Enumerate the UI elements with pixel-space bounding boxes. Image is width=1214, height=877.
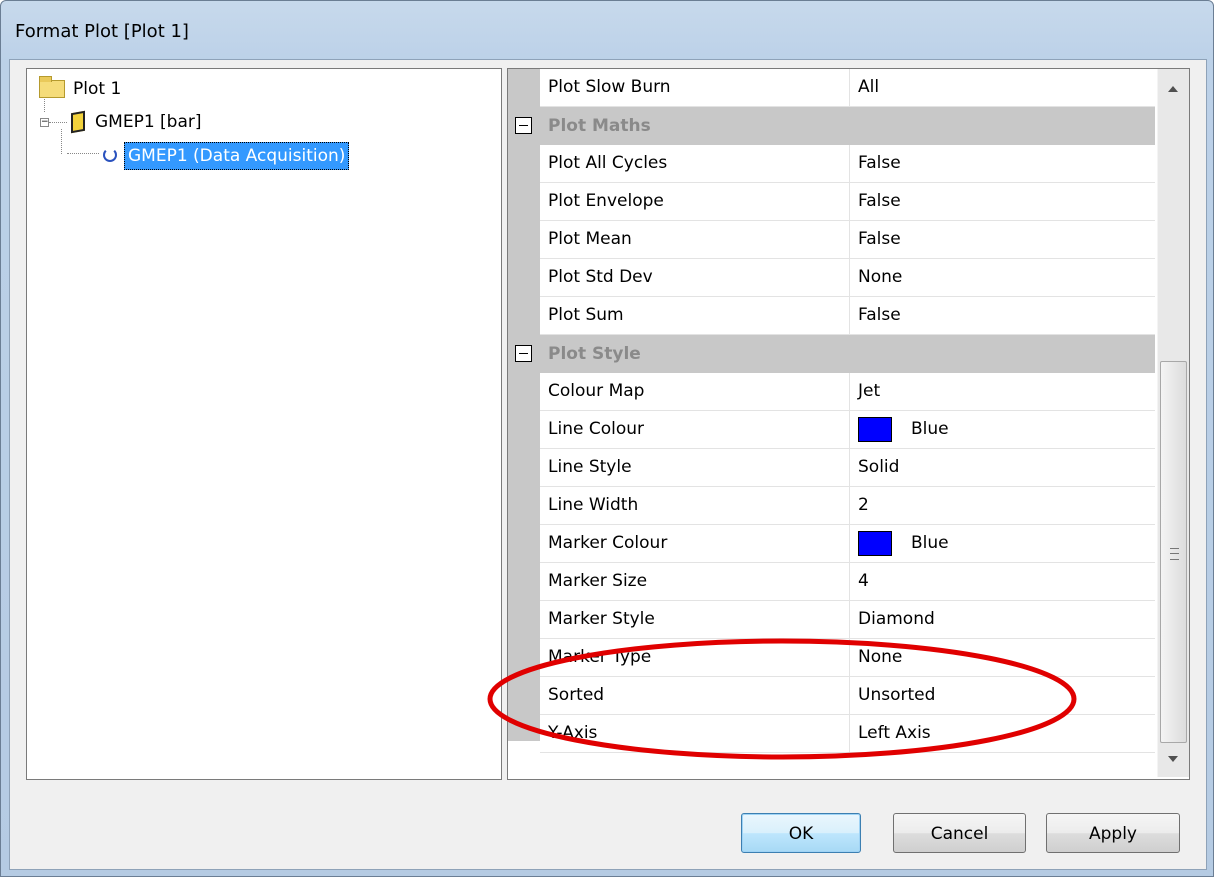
column-divider: [849, 601, 850, 638]
scrollbar-thumb[interactable]: [1160, 361, 1187, 743]
apply-button[interactable]: Apply: [1046, 813, 1180, 853]
property-name: Line Colour: [548, 419, 644, 439]
property-row-plot-sum[interactable]: Plot Sum False: [540, 297, 1155, 335]
category-label: Plot Maths: [548, 116, 651, 136]
property-row-plot-std-dev[interactable]: Plot Std Dev None: [540, 259, 1155, 297]
column-divider: [849, 373, 850, 410]
collapse-icon[interactable]: −: [40, 118, 49, 127]
column-divider: [849, 525, 850, 562]
property-name: Line Style: [548, 457, 632, 477]
property-row-line-style[interactable]: Line Style Solid: [540, 449, 1155, 487]
property-value[interactable]: None: [858, 259, 902, 296]
category-plot-maths: Plot Maths: [508, 107, 1155, 145]
property-name: Plot Mean: [548, 229, 632, 249]
format-plot-dialog: Format Plot [Plot 1] Plot 1 − GMEP1 [bar…: [0, 0, 1214, 877]
property-row-marker-style[interactable]: Marker Style Diamond: [540, 601, 1155, 639]
tree-node-label: GMEP1 [bar]: [95, 112, 202, 132]
property-name: Plot Envelope: [548, 191, 664, 211]
column-divider: [849, 183, 850, 220]
property-value[interactable]: All: [858, 69, 879, 106]
property-value[interactable]: False: [858, 297, 901, 334]
property-row-y-axis[interactable]: Y-Axis Left Axis: [540, 715, 1155, 753]
column-divider: [849, 297, 850, 334]
property-row-marker-size[interactable]: Marker Size 4: [540, 563, 1155, 601]
column-divider: [849, 449, 850, 486]
category-plot-style: Plot Style: [508, 335, 1155, 373]
column-divider: [849, 563, 850, 600]
color-swatch: [858, 531, 892, 556]
property-row-sorted[interactable]: Sorted Unsorted: [540, 677, 1155, 715]
column-divider: [849, 411, 850, 448]
folder-icon: [39, 76, 65, 98]
property-value[interactable]: Left Axis: [858, 715, 931, 752]
property-row-line-colour[interactable]: Line Colour Blue: [540, 411, 1155, 449]
tree-connector: [49, 122, 67, 123]
color-swatch: [858, 417, 892, 442]
property-row-marker-type[interactable]: Marker Type None: [540, 639, 1155, 677]
tree-node-label: Plot 1: [73, 79, 122, 99]
property-value[interactable]: False: [858, 145, 901, 182]
property-row-plot-slow-burn[interactable]: Plot Slow Burn All: [540, 69, 1155, 107]
property-name: Line Width: [548, 495, 639, 515]
property-row-plot-all-cycles[interactable]: Plot All Cycles False: [540, 145, 1155, 183]
refresh-icon: [103, 148, 117, 162]
property-grid[interactable]: Plot Slow Burn All Plot Maths Plot All C…: [507, 68, 1190, 780]
property-value[interactable]: 4: [858, 563, 869, 600]
plot-tree[interactable]: Plot 1 − GMEP1 [bar] GMEP1 (Data Acquisi…: [26, 68, 502, 780]
property-name: Plot Slow Burn: [548, 77, 671, 97]
title-bar[interactable]: Format Plot [Plot 1]: [1, 1, 1213, 59]
tree-node-label-selected: GMEP1 (Data Acquisition): [124, 142, 350, 170]
tree-connector: [67, 153, 99, 154]
property-name: Y-Axis: [548, 723, 598, 743]
scroll-up-arrow-icon[interactable]: [1168, 86, 1178, 92]
property-value[interactable]: None: [858, 639, 902, 676]
book-icon: [71, 110, 85, 134]
property-row-colour-map[interactable]: Colour Map Jet: [540, 373, 1155, 411]
window-title: Format Plot [Plot 1]: [15, 21, 189, 42]
tree-connector: [44, 97, 45, 112]
vertical-scrollbar[interactable]: [1157, 69, 1189, 777]
grid-gutter: [508, 69, 540, 741]
property-value[interactable]: Solid: [858, 449, 899, 486]
property-row-plot-envelope[interactable]: Plot Envelope False: [540, 183, 1155, 221]
property-value[interactable]: False: [858, 221, 901, 258]
property-row-line-width[interactable]: Line Width 2: [540, 487, 1155, 525]
property-value[interactable]: Jet: [858, 373, 880, 410]
property-value[interactable]: Blue: [911, 525, 949, 562]
property-row-marker-colour[interactable]: Marker Colour Blue: [540, 525, 1155, 563]
property-value[interactable]: Blue: [911, 411, 949, 448]
cancel-button[interactable]: Cancel: [893, 813, 1026, 853]
property-row-plot-mean[interactable]: Plot Mean False: [540, 221, 1155, 259]
property-name: Plot All Cycles: [548, 153, 668, 173]
property-value[interactable]: Diamond: [858, 601, 935, 638]
category-label: Plot Style: [548, 344, 641, 364]
property-name: Plot Std Dev: [548, 267, 653, 287]
scroll-down-arrow-icon[interactable]: [1168, 756, 1178, 762]
property-name: Marker Style: [548, 609, 655, 629]
property-name: Colour Map: [548, 381, 645, 401]
property-value[interactable]: Unsorted: [858, 677, 935, 714]
column-divider: [849, 69, 850, 106]
grip-icon: [1170, 548, 1179, 560]
property-name: Sorted: [548, 685, 605, 705]
property-name: Marker Type: [548, 647, 652, 667]
column-divider: [849, 677, 850, 714]
ok-button[interactable]: OK: [741, 813, 861, 853]
property-value[interactable]: False: [858, 183, 901, 220]
property-name: Marker Size: [548, 571, 648, 591]
column-divider: [849, 639, 850, 676]
property-value[interactable]: 2: [858, 487, 869, 524]
dialog-body: Plot 1 − GMEP1 [bar] GMEP1 (Data Acquisi…: [9, 59, 1207, 870]
property-name: Plot Sum: [548, 305, 624, 325]
column-divider: [849, 487, 850, 524]
column-divider: [849, 145, 850, 182]
column-divider: [849, 715, 850, 752]
collapse-icon[interactable]: [515, 345, 532, 362]
column-divider: [849, 221, 850, 258]
column-divider: [849, 259, 850, 296]
property-name: Marker Colour: [548, 533, 668, 553]
collapse-icon[interactable]: [515, 117, 532, 134]
tree-connector: [61, 129, 62, 154]
